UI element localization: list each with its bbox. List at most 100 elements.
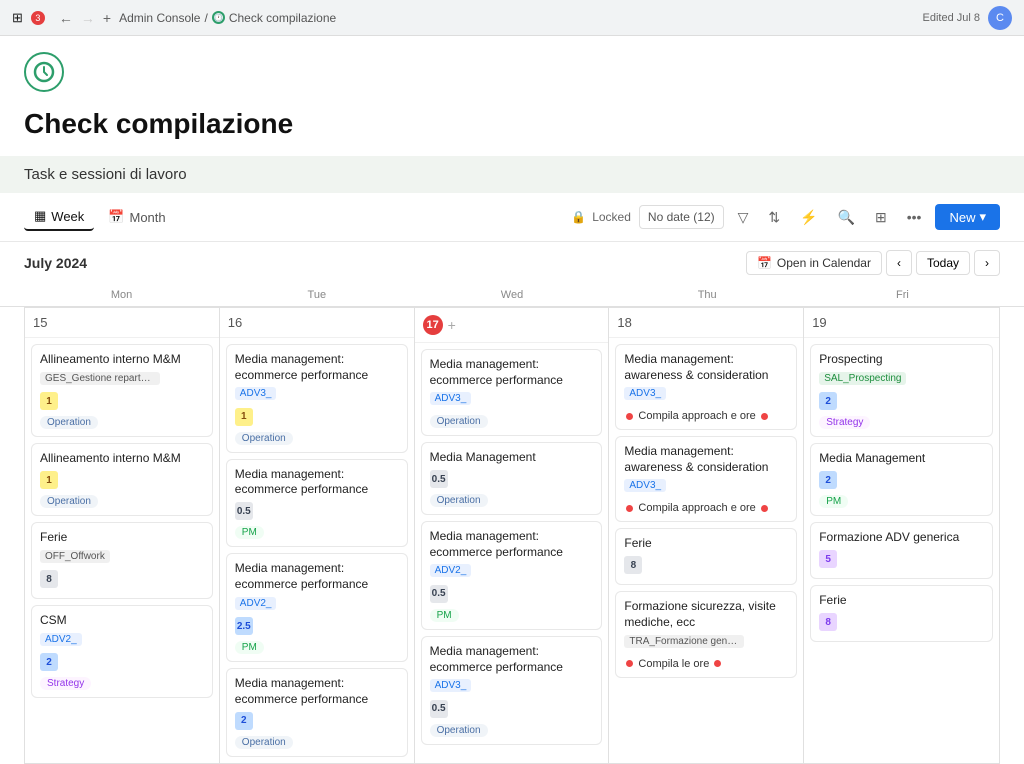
tab-month[interactable]: 📅 Month	[98, 204, 175, 230]
task-badge: 2	[819, 471, 837, 489]
task-card[interactable]: Formazione ADV generica 5	[810, 522, 993, 579]
task-category: PM	[235, 526, 264, 539]
new-button[interactable]: New ▾	[935, 204, 1000, 230]
no-date-btn[interactable]: No date (12)	[639, 205, 724, 229]
col-mon-15: 15 Allineamento interno M&M GES_Gestione…	[25, 308, 220, 763]
task-badge: 2	[40, 653, 58, 671]
bolt-icon-btn[interactable]: ⚡	[794, 205, 823, 230]
task-card[interactable]: Media management: awareness & considerat…	[615, 436, 797, 522]
task-card[interactable]: Media management: ecommerce performance …	[421, 349, 603, 436]
alert-dot-end	[761, 505, 768, 512]
task-badge: 0.5	[430, 700, 448, 718]
task-tag: SAL_Prospecting	[819, 372, 906, 385]
breadcrumb-active: 🕐 Check compilazione	[212, 11, 336, 25]
group-icon-btn[interactable]: ⊞	[869, 205, 893, 230]
task-tag: ADV2_	[235, 597, 277, 610]
day-label-mon: Mon	[24, 284, 219, 306]
toolbar-right: 🔒 Locked No date (12) ▽ ⇅ ⚡ 🔍 ⊞ ••• New …	[571, 204, 1000, 230]
task-card[interactable]: Ferie 8	[615, 528, 797, 585]
task-title: Formazione ADV generica	[819, 530, 984, 546]
breadcrumb-admin[interactable]: Admin Console	[119, 11, 200, 25]
search-icon-btn[interactable]: 🔍	[832, 205, 861, 230]
next-btn[interactable]: ›	[974, 250, 1000, 276]
task-card[interactable]: Media Management 0.5 Operation	[421, 442, 603, 515]
alert-text: Compila approach e ore	[638, 410, 755, 422]
task-title: Media management: ecommerce performance	[430, 529, 594, 560]
task-badge: 1	[235, 408, 253, 426]
task-tag: ADV3_	[430, 392, 472, 405]
app-header	[0, 36, 1024, 100]
alert-dot	[626, 505, 633, 512]
task-card[interactable]: Media management: ecommerce performance …	[226, 459, 408, 548]
task-badge: 0.5	[430, 585, 448, 603]
alert-row: Compila approach e ore	[624, 410, 788, 422]
breadcrumb: Admin Console / 🕐 Check compilazione	[119, 11, 336, 25]
filter-icon-btn[interactable]: ▽	[732, 205, 755, 230]
task-category: Strategy	[40, 677, 91, 690]
task-card[interactable]: Formazione sicurezza, visite mediche, ec…	[615, 591, 797, 677]
day-label-tue: Tue	[219, 284, 414, 306]
date-header-19: 19	[804, 308, 999, 338]
task-badge: 2	[235, 712, 253, 730]
page-title: Check compilazione	[24, 108, 1000, 140]
browser-tab-area: ⊞ 3 ← → + Admin Console / 🕐 Check compil…	[12, 10, 336, 26]
tab-week[interactable]: ▦ Week	[24, 203, 94, 231]
task-title: Media management: ecommerce performance	[235, 352, 399, 383]
task-category: PM	[235, 641, 264, 654]
task-title: CSM	[40, 613, 204, 629]
task-tag: ADV3_	[624, 387, 666, 400]
calendar-body: 15 Allineamento interno M&M GES_Gestione…	[24, 307, 1000, 764]
task-card[interactable]: Ferie 8	[810, 585, 993, 642]
task-card[interactable]: Allineamento interno M&M GES_Gestione re…	[31, 344, 213, 437]
task-category: PM	[819, 495, 848, 508]
sort-icon-btn[interactable]: ⇅	[762, 205, 786, 230]
alert-dot-end	[761, 413, 768, 420]
task-tag: OFF_Offwork	[40, 550, 110, 563]
task-card[interactable]: Ferie OFF_Offwork 8	[31, 522, 213, 599]
task-title: Allineamento interno M&M	[40, 352, 204, 368]
task-title: Media Management	[430, 450, 594, 466]
app-logo	[24, 52, 64, 92]
col-tue-16: 16 Media management: ecommerce performan…	[220, 308, 415, 763]
nav-forward[interactable]: →	[81, 10, 95, 26]
task-category: Operation	[40, 416, 98, 429]
browser-right-area: Edited Jul 8 C	[923, 6, 1012, 30]
task-card[interactable]: Media management: ecommerce performance …	[421, 521, 603, 630]
date-header-15: 15	[25, 308, 219, 338]
task-badge: 0.5	[430, 470, 448, 488]
task-card[interactable]: Media management: ecommerce performance …	[226, 344, 408, 453]
task-category: Operation	[235, 736, 293, 749]
breadcrumb-page: Check compilazione	[229, 11, 336, 25]
prev-btn[interactable]: ‹	[886, 250, 912, 276]
task-tag: GES_Gestione reparto M&M	[40, 372, 160, 385]
task-card[interactable]: CSM ADV2_ 2 Strategy	[31, 605, 213, 698]
date-num-18: 18	[617, 315, 631, 330]
task-title: Media management: ecommerce performance	[430, 357, 594, 388]
task-badge: 2	[819, 392, 837, 410]
task-category: Operation	[40, 495, 98, 508]
nav-back[interactable]: ←	[59, 10, 73, 26]
task-card[interactable]: Media management: ecommerce performance …	[226, 668, 408, 757]
clock-icon: 🕐	[212, 11, 225, 24]
user-avatar[interactable]: C	[988, 6, 1012, 30]
open-calendar-btn[interactable]: 📅 Open in Calendar	[746, 251, 882, 275]
open-cal-label: Open in Calendar	[777, 256, 871, 270]
day-label-thu: Thu	[610, 284, 805, 306]
task-card[interactable]: Allineamento interno M&M 1 Operation	[31, 443, 213, 516]
task-badge: 1	[40, 392, 58, 410]
task-card[interactable]: Prospecting SAL_Prospecting 2 Strategy	[810, 344, 993, 437]
breadcrumb-sep: /	[204, 11, 207, 25]
task-card[interactable]: Media management: ecommerce performance …	[421, 636, 603, 745]
task-tag: ADV3_	[235, 387, 277, 400]
date-header-18: 18	[609, 308, 803, 338]
col-fri-19: 19 Prospecting SAL_Prospecting 2 Strateg…	[804, 308, 999, 763]
add-event-icon[interactable]: +	[448, 317, 456, 333]
task-title: Media management: awareness & considerat…	[624, 444, 788, 475]
today-btn[interactable]: Today	[916, 251, 970, 275]
calendar-month: July 2024	[24, 255, 87, 271]
task-card[interactable]: Media management: ecommerce performance …	[226, 553, 408, 662]
task-card[interactable]: Media management: awareness & considerat…	[615, 344, 797, 430]
task-card[interactable]: Media Management 2 PM	[810, 443, 993, 516]
more-icon-btn[interactable]: •••	[901, 205, 928, 229]
nav-add[interactable]: +	[103, 10, 111, 26]
